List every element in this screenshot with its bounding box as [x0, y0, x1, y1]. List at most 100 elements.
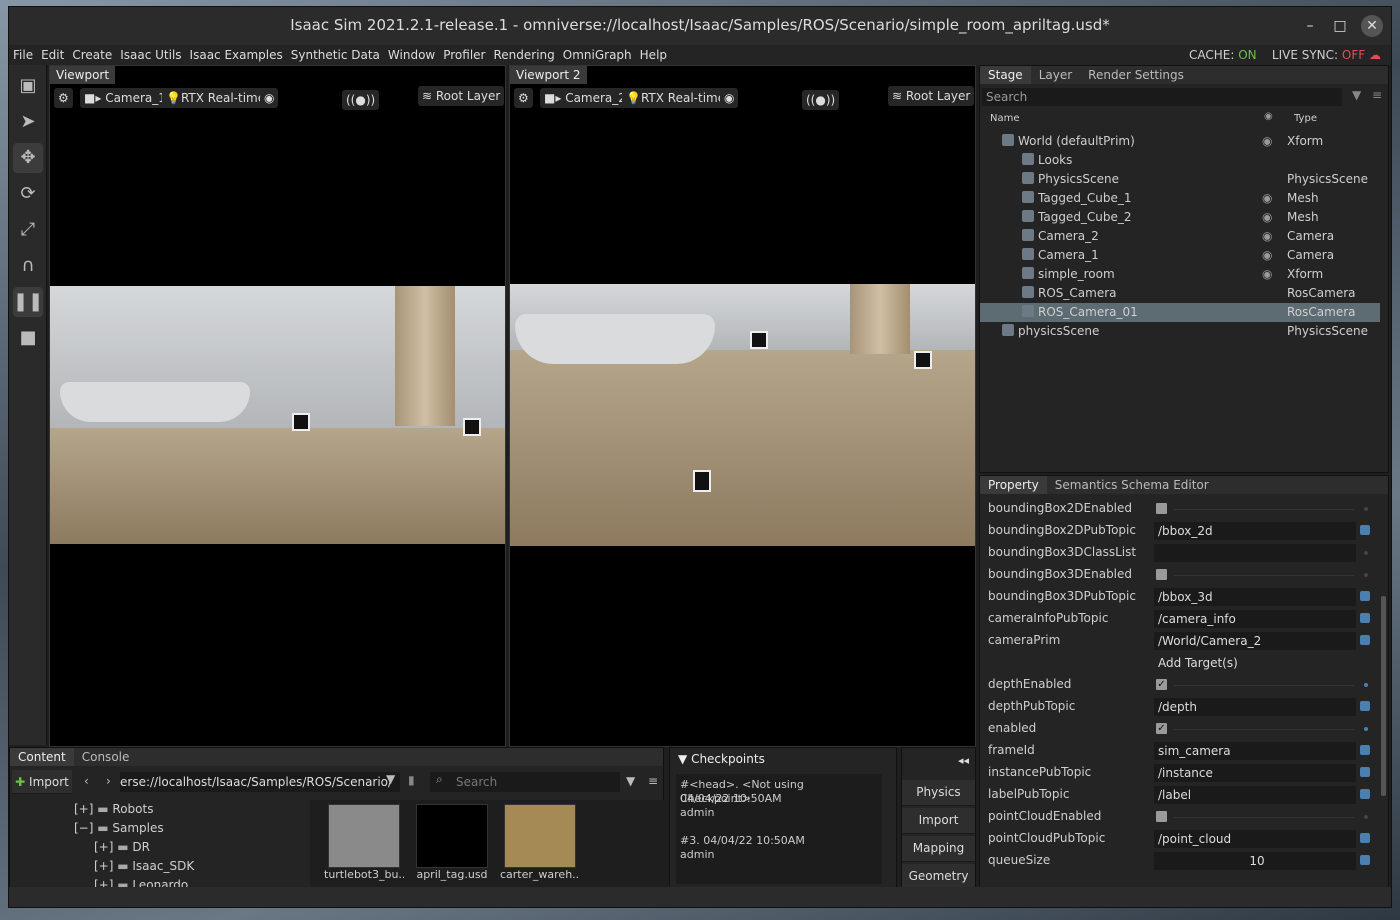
- collapse-arrows-icon[interactable]: ◂◂: [958, 754, 969, 767]
- menu-window[interactable]: Window: [384, 45, 439, 65]
- filter-icon[interactable]: ▼: [1352, 88, 1361, 102]
- stage-search-input[interactable]: Search: [982, 88, 1342, 106]
- property-checkbox[interactable]: ✓: [1156, 679, 1167, 690]
- minimize-button[interactable]: –: [1299, 15, 1321, 37]
- filter-icon[interactable]: ▼: [626, 774, 635, 788]
- file-item[interactable]: turtlebot3_bu...: [324, 804, 404, 881]
- menu-help[interactable]: Help: [636, 45, 671, 65]
- expand-toggle-icon[interactable]: [+]: [74, 802, 97, 816]
- folder-row[interactable]: [−] ▬ Samples: [74, 819, 164, 838]
- stage-tab-render-settings[interactable]: Render Settings: [1080, 66, 1192, 84]
- sidebar-mapping-button[interactable]: Mapping: [902, 836, 975, 862]
- file-item[interactable]: april_tag.usd: [412, 804, 492, 881]
- camera-selector[interactable]: ■▸ Camera_2: [540, 88, 630, 108]
- forward-arrow-icon[interactable]: ›: [106, 774, 111, 788]
- stage-tree-row[interactable]: Camera_1 ◉ Camera: [980, 246, 1380, 265]
- cache-status[interactable]: ON: [1238, 48, 1256, 62]
- property-field[interactable]: 10: [1154, 852, 1356, 870]
- move-icon[interactable]: ✥: [13, 143, 43, 173]
- expand-toggle-icon[interactable]: [−]: [74, 821, 97, 835]
- content-search-input[interactable]: Search: [430, 772, 620, 792]
- content-tab-content[interactable]: Content: [10, 748, 74, 766]
- property-scrollbar[interactable]: [1381, 596, 1386, 796]
- property-field[interactable]: /bbox_2d: [1154, 522, 1356, 540]
- stage-tree-row[interactable]: Looks: [980, 151, 1380, 170]
- broadcast-icon[interactable]: ((●)): [342, 90, 380, 110]
- menu-isaac-examples[interactable]: Isaac Examples: [186, 45, 287, 65]
- render-mode-selector[interactable]: 💡RTX Real-time: [622, 88, 730, 108]
- property-field[interactable]: /label: [1154, 786, 1356, 804]
- viewport-1[interactable]: Viewport ⚙ ■▸ Camera_1 💡RTX Real-time ◉ …: [49, 65, 506, 747]
- stage-tree-row[interactable]: Camera_2 ◉ Camera: [980, 227, 1380, 246]
- stage-tree-row[interactable]: Tagged_Cube_1 ◉ Mesh: [980, 189, 1380, 208]
- property-field[interactable]: /World/Camera_2: [1154, 632, 1356, 650]
- file-item[interactable]: carter_wareh...: [500, 804, 580, 881]
- visibility-eye-icon[interactable]: ◉: [1262, 189, 1272, 208]
- livesync-status[interactable]: OFF: [1342, 48, 1365, 62]
- expand-toggle-icon[interactable]: [+]: [94, 859, 117, 873]
- folder-row[interactable]: [+] ▬ DR: [94, 838, 150, 857]
- folder-row[interactable]: [+] ▬ Isaac_SDK: [94, 857, 194, 876]
- viewport-1-tab[interactable]: Viewport: [50, 66, 116, 84]
- property-tab-semantics-schema-editor[interactable]: Semantics Schema Editor: [1047, 476, 1217, 494]
- property-field[interactable]: /depth: [1154, 698, 1356, 716]
- property-field[interactable]: /point_cloud: [1154, 830, 1356, 848]
- broadcast-icon[interactable]: ((●)): [802, 90, 840, 110]
- rotate-icon[interactable]: ⟳: [13, 179, 43, 209]
- checkpoint-list[interactable]: #<head>. <Not using Checkpoint> 04/04/22 …: [676, 774, 882, 884]
- import-button[interactable]: ✚ Import: [12, 770, 72, 794]
- root-layer-button[interactable]: ≋ Root Layer: [888, 86, 975, 106]
- stage-tree-row[interactable]: physicsScene PhysicsScene: [980, 322, 1380, 341]
- stage-tab-layer[interactable]: Layer: [1031, 66, 1080, 84]
- property-checkbox[interactable]: [1156, 503, 1167, 514]
- menu-edit[interactable]: Edit: [37, 45, 68, 65]
- stage-tree-row[interactable]: simple_room ◉ Xform: [980, 265, 1380, 284]
- menu-synthetic-data[interactable]: Synthetic Data: [287, 45, 384, 65]
- property-field[interactable]: /instance: [1154, 764, 1356, 782]
- viewport-2-scene[interactable]: [510, 284, 975, 546]
- stage-tree-row[interactable]: ROS_Camera RosCamera: [980, 284, 1380, 303]
- property-field[interactable]: sim_camera: [1154, 742, 1356, 760]
- select-box-icon[interactable]: ▣: [13, 71, 43, 101]
- property-checkbox[interactable]: [1156, 811, 1167, 822]
- viewport-1-scene[interactable]: [50, 286, 505, 544]
- property-checkbox[interactable]: ✓: [1156, 723, 1167, 734]
- menu-icon[interactable]: ≡: [1372, 88, 1382, 102]
- scale-icon[interactable]: ⤢: [13, 215, 43, 245]
- visibility-eye-icon[interactable]: ◉: [720, 88, 739, 108]
- expand-toggle-icon[interactable]: [+]: [94, 840, 117, 854]
- stage-tree-row[interactable]: World (defaultPrim) ◉ Xform: [980, 132, 1380, 151]
- stage-tree-row[interactable]: Tagged_Cube_2 ◉ Mesh: [980, 208, 1380, 227]
- camera-selector[interactable]: ■▸ Camera_1: [80, 88, 170, 108]
- visibility-eye-icon[interactable]: ◉: [1262, 132, 1272, 151]
- bookmark-icon[interactable]: ▮: [408, 773, 415, 787]
- sidebar-import-button[interactable]: Import: [902, 808, 975, 834]
- property-tab-property[interactable]: Property: [980, 476, 1047, 494]
- menu-isaac-utils[interactable]: Isaac Utils: [116, 45, 185, 65]
- stop-icon[interactable]: ■: [13, 323, 43, 353]
- menu-create[interactable]: Create: [68, 45, 116, 65]
- select-arrow-icon[interactable]: ➤: [13, 107, 43, 137]
- menu-file[interactable]: File: [9, 45, 37, 65]
- viewport-2[interactable]: Viewport 2 ⚙ ■▸ Camera_2 💡RTX Real-time …: [509, 65, 976, 747]
- settings-gear-icon[interactable]: ⚙: [54, 88, 73, 108]
- property-checkbox[interactable]: [1156, 569, 1167, 580]
- render-mode-selector[interactable]: 💡RTX Real-time: [162, 88, 270, 108]
- maximize-button[interactable]: □: [1329, 15, 1351, 37]
- viewport-2-tab[interactable]: Viewport 2: [510, 66, 587, 84]
- path-dropdown-icon[interactable]: ▼: [386, 772, 395, 786]
- add-targets-button[interactable]: Add Target(s): [1154, 654, 1356, 672]
- visibility-eye-icon[interactable]: ◉: [1262, 265, 1272, 284]
- menu-rendering[interactable]: Rendering: [489, 45, 558, 65]
- close-button[interactable]: ✕: [1361, 15, 1383, 37]
- visibility-eye-icon[interactable]: ◉: [1262, 246, 1272, 265]
- stage-tree-row[interactable]: PhysicsScene PhysicsScene: [980, 170, 1380, 189]
- menu-profiler[interactable]: Profiler: [439, 45, 489, 65]
- menu-icon[interactable]: ≡: [648, 774, 658, 788]
- root-layer-button[interactable]: ≋ Root Layer: [418, 86, 505, 106]
- back-arrow-icon[interactable]: ‹: [84, 774, 89, 788]
- stage-tab-stage[interactable]: Stage: [980, 66, 1031, 84]
- content-tab-console[interactable]: Console: [74, 748, 138, 766]
- folder-row[interactable]: [+] ▬ Robots: [74, 800, 153, 819]
- visibility-eye-icon[interactable]: ◉: [260, 88, 279, 108]
